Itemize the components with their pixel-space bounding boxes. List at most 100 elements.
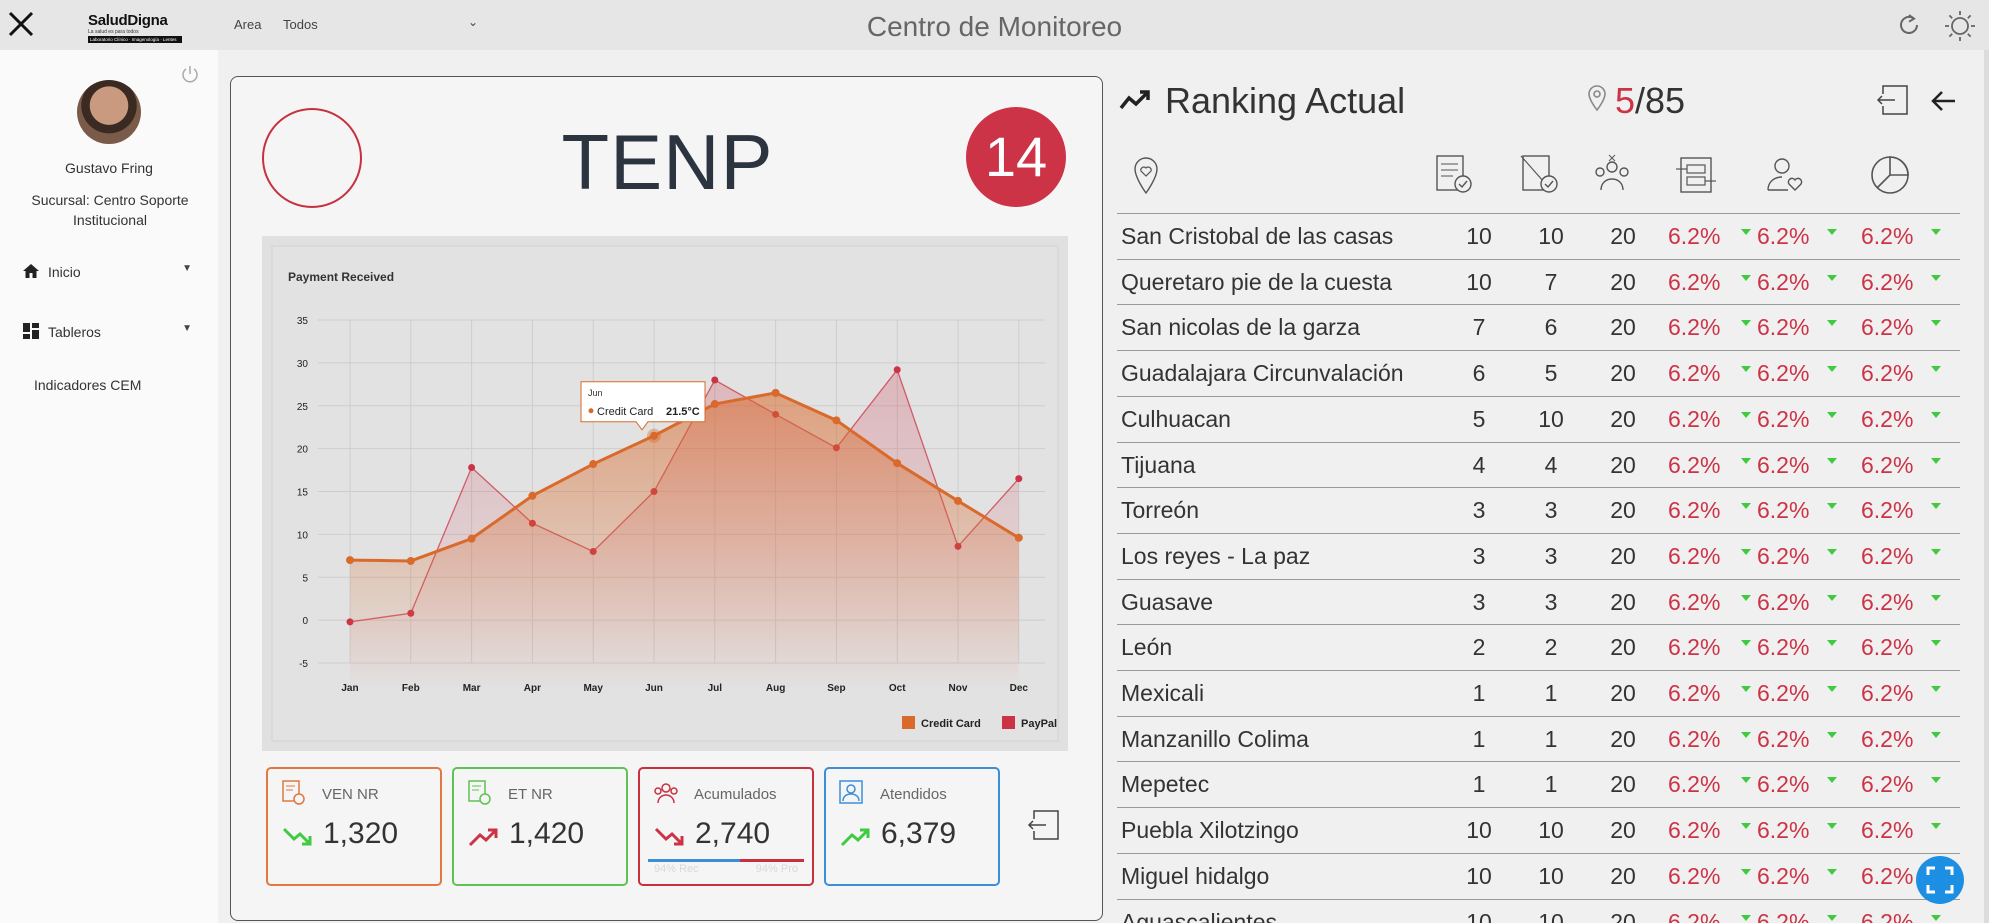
table-row[interactable]: Culhuacan 5 10 20 6.2% 6.2% 6.2%: [1117, 395, 1960, 442]
table-row[interactable]: Guasave 3 3 20 6.2% 6.2% 6.2%: [1117, 578, 1960, 625]
ranking-position: 5/85: [1615, 80, 1685, 122]
value-cell: 10: [1538, 862, 1564, 889]
data-point: [406, 556, 415, 565]
trend-arrow-icon: [1741, 457, 1751, 464]
kpi-label: ET NR: [508, 786, 553, 803]
percent-cell: 6.2%: [1861, 908, 1914, 923]
kpi-tile-atendidos[interactable]: Atendidos 6,379: [824, 767, 1000, 886]
table-row[interactable]: Mexicali 1 1 20 6.2% 6.2% 6.2%: [1117, 670, 1960, 716]
data-point: [832, 416, 841, 425]
percent-cell: 6.2%: [1757, 817, 1810, 844]
value-cell: 20: [1610, 725, 1636, 752]
percent-cell: 6.2%: [1861, 771, 1914, 798]
trend-arrow-icon: [1741, 274, 1751, 281]
value-cell: 1: [1544, 725, 1558, 752]
percent-cell: 6.2%: [1668, 268, 1721, 295]
table-row[interactable]: Los reyes - La paz 3 3 20 6.2% 6.2% 6.2%: [1117, 532, 1960, 579]
trend-arrow-icon: [1931, 503, 1941, 510]
trend-arrow-icon: [1827, 731, 1837, 738]
branch-name: Guadalajara Circunvalación: [1121, 360, 1404, 387]
value-cell: 20: [1610, 680, 1636, 706]
tooltip-category: Jun: [588, 388, 603, 398]
table-row[interactable]: Guadalajara Circunvalación 6 5 20 6.2% 6.2% 6.…: [1117, 350, 1960, 396]
branch-label: Sucursal: Centro Soporte Institucional: [31, 192, 189, 228]
trend-arrow-icon: [1741, 366, 1751, 373]
table-row[interactable]: Aguascalientes 10 10 20 6.2% 6.2% 6.2%: [1117, 898, 1960, 923]
value-cell: 3: [1472, 588, 1486, 615]
percent-cell: 6.2%: [1668, 360, 1721, 387]
trend-arrow-icon: [1931, 548, 1941, 555]
table-row[interactable]: Torreón 3 3 20 6.2% 6.2% 6.2%: [1117, 487, 1960, 533]
percent-cell: 6.2%: [1668, 314, 1721, 341]
kpi-tile-ven-nr[interactable]: VEN NR 1,320: [266, 767, 442, 886]
trend-arrow-icon: [1827, 366, 1837, 373]
percent-cell: 6.2%: [1757, 497, 1810, 524]
table-row[interactable]: Tijuana 4 4 20 6.2% 6.2% 6.2%: [1117, 441, 1960, 488]
scrollbar[interactable]: [1984, 50, 1989, 923]
avatar[interactable]: [77, 80, 141, 144]
value-cell: 2: [1544, 634, 1558, 661]
caret-down-icon: ▼: [182, 263, 192, 274]
percent-cell: 6.2%: [1757, 634, 1810, 661]
table-row[interactable]: San Cristobal de las casas 10 10 20 6.2% 6.2%…: [1117, 213, 1960, 259]
table-row[interactable]: Puebla Xilotzingo 10 10 20 6.2% 6.2% 6.2%: [1117, 807, 1960, 853]
branch-name: Mepetec: [1121, 771, 1210, 798]
kpi-tile-acumulados[interactable]: Acumulados 2,740 94% Rec 94% Pro: [638, 767, 814, 886]
power-icon[interactable]: [180, 64, 200, 84]
sidebar-item-indicadores-cem[interactable]: Indicadores CEM: [34, 377, 141, 393]
trend-arrow-icon: [1827, 777, 1837, 784]
data-point: [711, 376, 719, 384]
branch-name: Tijuana: [1121, 451, 1196, 478]
trend-arrow-icon: [1931, 274, 1941, 281]
branch-name: San nicolas de la garza: [1121, 314, 1361, 341]
data-point: [771, 388, 780, 397]
fullscreen-button[interactable]: [1916, 856, 1964, 904]
legend-swatch: [902, 716, 915, 729]
percent-cell: 6.2%: [1757, 405, 1810, 432]
trend-arrow-icon: [1741, 731, 1751, 738]
data-point: [893, 459, 902, 468]
value-cell: 20: [1610, 634, 1636, 661]
tooltip-series: Credit Card: [597, 406, 653, 418]
tooltip-marker: [588, 408, 594, 414]
percent-cell: 6.2%: [1668, 908, 1721, 923]
percent-cell: 6.2%: [1861, 223, 1914, 249]
table-row[interactable]: Manzanillo Colima 1 1 20 6.2% 6.2% 6.2%: [1117, 715, 1960, 762]
trend-up-icon: [1119, 90, 1150, 110]
trend-arrow-icon: [1931, 640, 1941, 647]
table-row[interactable]: Queretaro pie de la cuesta 10 7 20 6.2% 6.2% 6…: [1117, 258, 1960, 305]
back-arrow-icon[interactable]: [1929, 86, 1959, 116]
document-check-icon: [468, 780, 491, 805]
trend-arrow-icon: [1827, 686, 1837, 692]
table-row[interactable]: León 2 2 20 6.2% 6.2% 6.2%: [1117, 624, 1960, 670]
table-row[interactable]: Mepetec 1 1 20 6.2% 6.2% 6.2%: [1117, 761, 1960, 807]
trend-arrow-icon: [1827, 823, 1837, 830]
kpi-tile-et-nr[interactable]: ET NR 1,420: [452, 767, 628, 886]
percent-cell: 6.2%: [1757, 771, 1810, 798]
trend-arrow-icon: [1741, 777, 1751, 784]
exit-icon[interactable]: [1875, 82, 1911, 118]
branch-name: Miguel hidalgo: [1121, 862, 1270, 889]
value-cell: 10: [1466, 268, 1492, 295]
percent-cell: 6.2%: [1861, 497, 1914, 524]
refresh-icon[interactable]: [1897, 12, 1923, 38]
trend-arrow-icon: [1931, 411, 1941, 418]
table-row[interactable]: Miguel hidalgo 10 10 20 6.2% 6.2% 6.2%: [1117, 852, 1960, 899]
progress-pro: [740, 859, 804, 862]
branch-name: Guasave: [1121, 588, 1214, 615]
value-cell: 20: [1610, 268, 1636, 295]
user-heart-icon: [1767, 158, 1803, 191]
percent-cell: 6.2%: [1668, 542, 1721, 569]
sun-icon[interactable]: [1944, 10, 1976, 42]
legend-swatch: [1002, 716, 1015, 729]
value-cell: 10: [1538, 405, 1564, 432]
y-tick-label: -5: [299, 659, 308, 670]
percent-cell: 6.2%: [1757, 268, 1810, 295]
exit-icon[interactable]: [1026, 807, 1062, 843]
sidebar-item-tableros[interactable]: Tableros ▼: [22, 320, 192, 344]
table-row[interactable]: San nicolas de la garza 7 6 20 6.2% 6.2% 6.2%: [1117, 304, 1960, 350]
trend-arrow-icon: [1741, 229, 1751, 235]
sidebar-item-inicio[interactable]: Inicio ▼: [22, 260, 192, 284]
value-cell: 3: [1544, 588, 1558, 615]
sidebar-item-label: Tableros: [48, 324, 101, 340]
